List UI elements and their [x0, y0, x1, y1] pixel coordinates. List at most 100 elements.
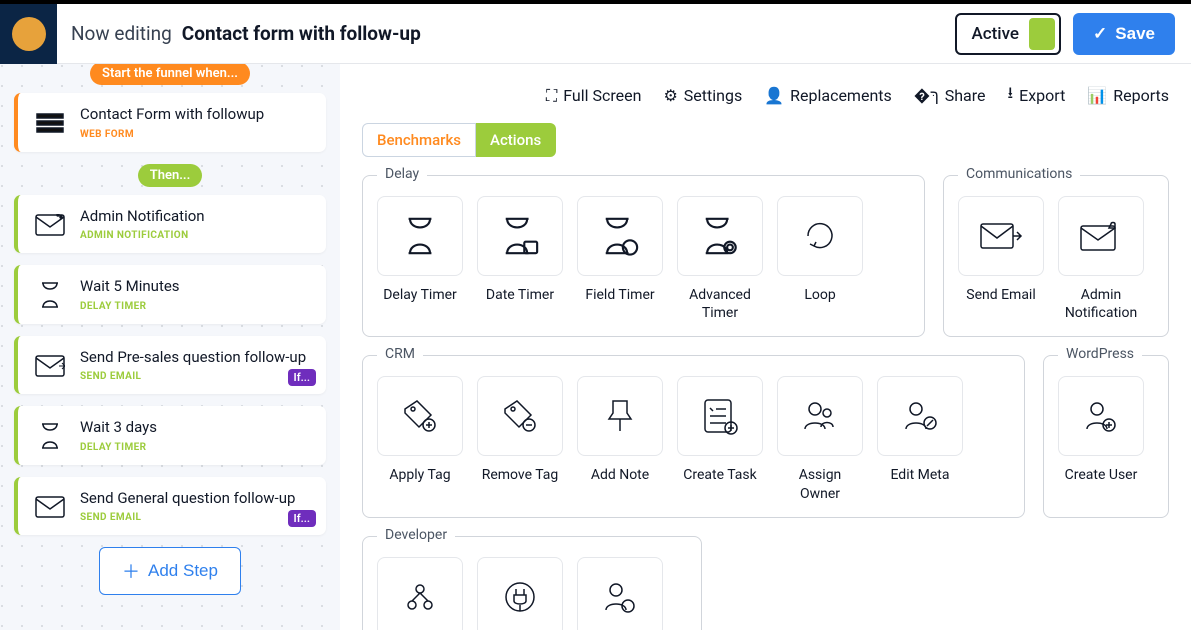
tag-minus-icon — [501, 397, 539, 435]
group-label: Delay — [377, 166, 427, 182]
action-dev-2[interactable] — [477, 557, 563, 630]
action-delay-timer[interactable]: Delay Timer — [377, 196, 463, 322]
header: Now editing Contact form with follow-up … — [0, 4, 1191, 64]
user-plus-icon — [1083, 397, 1119, 435]
if-badge: If... — [288, 510, 316, 527]
step-subtitle: SEND EMAIL — [80, 512, 312, 523]
action-tabs: Benchmarks Actions — [362, 123, 1191, 157]
app-logo[interactable] — [0, 4, 57, 64]
action-date-timer[interactable]: Date Timer — [477, 196, 563, 322]
group-developer: Developer — [362, 536, 702, 630]
loop-icon — [802, 218, 838, 254]
send-mail-icon — [979, 220, 1023, 252]
settings-button[interactable]: ⚙Settings — [663, 82, 742, 109]
envelope-icon — [32, 493, 68, 521]
fullscreen-icon: ⛶ — [546, 86, 557, 106]
action-dev-3[interactable] — [577, 557, 663, 630]
status-color-swatch — [1029, 18, 1055, 50]
step-item[interactable]: Wait 5 Minutes DELAY TIMER — [14, 265, 326, 324]
group-label: Communications — [958, 166, 1080, 182]
add-step-button[interactable]: ＋ Add Step — [99, 547, 241, 595]
steps-sidebar[interactable]: Start the funnel when... Contact Form wi… — [0, 64, 340, 630]
funnel-title: Contact form with follow-up — [182, 22, 421, 45]
action-apply-tag[interactable]: Apply Tag — [377, 376, 463, 502]
admin-mail-icon — [1079, 220, 1123, 252]
envelope-icon — [32, 352, 68, 380]
owner-icon — [801, 397, 839, 435]
export-icon: ⭳ — [1008, 82, 1014, 109]
hourglass-gear-icon — [701, 216, 739, 256]
group-label: WordPress — [1058, 346, 1142, 362]
step-title: Wait 5 Minutes — [80, 277, 312, 297]
action-create-user[interactable]: Create User — [1058, 376, 1144, 484]
action-send-email[interactable]: Send Email — [958, 196, 1044, 322]
task-icon — [701, 396, 739, 436]
user-code-icon — [602, 578, 638, 616]
canvas-toolbar: ⛶Full Screen ⚙Settings 👤Replacements �ךּ… — [340, 64, 1191, 123]
action-remove-tag[interactable]: Remove Tag — [477, 376, 563, 502]
share-icon: �ךּ — [914, 86, 939, 106]
hourglass-icon — [32, 281, 68, 309]
form-icon — [32, 109, 68, 137]
hourglass-clock-icon — [601, 216, 639, 256]
group-label: CRM — [377, 346, 423, 362]
plugin-icon — [502, 579, 538, 615]
plus-icon: ＋ — [122, 558, 140, 584]
step-item[interactable]: Wait 3 days DELAY TIMER — [14, 406, 326, 465]
action-add-note[interactable]: Add Note — [577, 376, 663, 502]
check-icon: ✓ — [1093, 24, 1107, 44]
webhook-icon — [402, 579, 438, 615]
step-item[interactable]: Admin Notification ADMIN NOTIFICATION — [14, 195, 326, 254]
fullscreen-button[interactable]: ⛶Full Screen — [546, 82, 641, 109]
editing-label: Now editing — [71, 22, 172, 45]
action-assign-owner[interactable]: Assign Owner — [777, 376, 863, 502]
group-label: Developer — [377, 527, 455, 543]
export-button[interactable]: ⭳Export — [1008, 82, 1066, 109]
step-item[interactable]: Send Pre-sales question follow-up SEND E… — [14, 336, 326, 395]
step-title: Send General question follow-up — [80, 489, 312, 509]
step-title: Admin Notification — [80, 207, 312, 227]
replacements-button[interactable]: 👤Replacements — [764, 82, 892, 109]
save-button[interactable]: ✓ Save — [1073, 13, 1175, 55]
tab-actions[interactable]: Actions — [476, 123, 556, 157]
hourglass-icon — [32, 422, 68, 450]
reports-button[interactable]: 📊Reports — [1087, 82, 1169, 109]
status-dropdown[interactable]: Active — [955, 13, 1061, 55]
start-pill: Start the funnel when... — [90, 64, 250, 85]
action-advanced-timer[interactable]: Advanced Timer — [677, 196, 763, 322]
step-subtitle: ADMIN NOTIFICATION — [80, 230, 312, 241]
step-subtitle: DELAY TIMER — [80, 442, 312, 453]
action-loop[interactable]: Loop — [777, 196, 863, 322]
hourglass-calendar-icon — [501, 216, 539, 256]
tag-plus-icon — [401, 397, 439, 435]
step-subtitle: WEB FORM — [80, 129, 312, 140]
step-title: Send Pre-sales question follow-up — [80, 348, 312, 368]
group-communications: Communications Send Email Admin Notifica… — [943, 175, 1169, 337]
tab-benchmarks[interactable]: Benchmarks — [362, 123, 476, 157]
hourglass-icon — [403, 216, 437, 256]
action-edit-meta[interactable]: Edit Meta — [877, 376, 963, 502]
step-subtitle: SEND EMAIL — [80, 371, 312, 382]
group-delay: Delay Delay Timer Date Timer Field Timer… — [362, 175, 925, 337]
status-text: Active — [971, 24, 1019, 44]
action-create-task[interactable]: Create Task — [677, 376, 763, 502]
action-admin-notification[interactable]: Admin Notification — [1058, 196, 1144, 322]
action-dev-1[interactable] — [377, 557, 463, 630]
then-pill: Then... — [138, 164, 203, 187]
step-subtitle: DELAY TIMER — [80, 301, 312, 312]
pin-icon — [603, 397, 637, 435]
envelope-icon — [32, 211, 68, 239]
if-badge: If... — [288, 369, 316, 386]
group-crm: CRM Apply Tag Remove Tag Add Note Create… — [362, 355, 1025, 517]
reports-icon: 📊 — [1087, 86, 1107, 105]
gear-icon: ⚙ — [663, 86, 677, 105]
group-wordpress: WordPress Create User — [1043, 355, 1169, 517]
user-edit-icon — [902, 397, 938, 435]
action-field-timer[interactable]: Field Timer — [577, 196, 663, 322]
step-item[interactable]: Contact Form with followup WEB FORM — [14, 93, 326, 152]
canvas: ⛶Full Screen ⚙Settings 👤Replacements �ךּ… — [340, 64, 1191, 630]
step-item[interactable]: Send General question follow-up SEND EMA… — [14, 477, 326, 536]
step-title: Contact Form with followup — [80, 105, 312, 125]
step-title: Wait 3 days — [80, 418, 312, 438]
share-button[interactable]: �ךּShare — [914, 82, 986, 109]
